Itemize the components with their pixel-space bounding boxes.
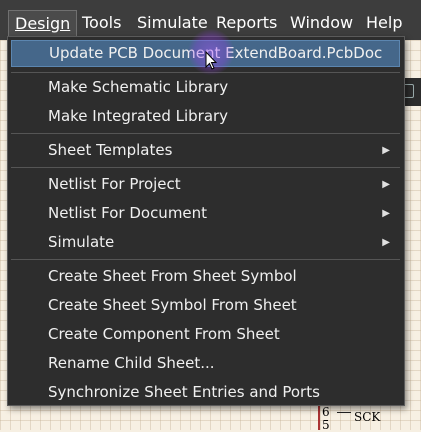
menu-simulate-label: Simulate <box>137 13 208 32</box>
menu-item-make-integrated-library[interactable]: Make Integrated Library <box>11 103 400 130</box>
menu-item-label: Netlist For Document <box>48 204 208 222</box>
menu-item-label: Make Schematic Library <box>48 78 229 96</box>
menu-item-label: Synchronize Sheet Entries and Ports <box>48 383 320 401</box>
pin-line <box>337 412 351 413</box>
menu-item-label: Create Component From Sheet <box>48 325 280 343</box>
submenu-arrow-icon: ▶ <box>382 237 390 248</box>
menu-item-simulate[interactable]: Simulate ▶ <box>11 229 400 256</box>
menu-reports-label: Reports <box>216 13 278 32</box>
menu-help[interactable]: Help <box>360 10 408 37</box>
menu-item-make-schematic-library[interactable]: Make Schematic Library <box>11 74 400 101</box>
menu-window[interactable]: Window <box>284 10 359 37</box>
menu-item-label: Netlist For Project <box>48 175 181 193</box>
menu-item-label: Simulate <box>48 233 115 251</box>
menu-item-label: Make Integrated Library <box>48 107 229 125</box>
menu-separator <box>11 259 400 260</box>
menu-window-label: Window <box>290 13 354 32</box>
menu-item-netlist-for-document[interactable]: Netlist For Document ▶ <box>11 200 400 227</box>
submenu-arrow-icon: ▶ <box>382 145 390 156</box>
menu-item-label: Rename Child Sheet... <box>48 354 215 372</box>
menu-item-rename-child-sheet[interactable]: Rename Child Sheet... <box>11 350 400 377</box>
menu-design-label: Design <box>15 14 71 33</box>
menu-item-label: Sheet Templates <box>48 141 173 159</box>
pin-number-6: 6 <box>322 405 330 419</box>
menu-tools-label: Tools <box>82 13 122 32</box>
menu-item-create-component-from-sheet[interactable]: Create Component From Sheet <box>11 321 400 348</box>
menu-help-label: Help <box>366 13 403 32</box>
menu-item-create-symbol-from-sheet[interactable]: Create Sheet Symbol From Sheet <box>11 292 400 319</box>
menu-separator <box>11 133 400 134</box>
mouse-pointer-icon <box>205 51 217 70</box>
submenu-arrow-icon: ▶ <box>382 179 390 190</box>
net-label-sck: SCK <box>354 410 381 424</box>
menu-item-netlist-for-project[interactable]: Netlist For Project ▶ <box>11 171 400 198</box>
design-menu-dropdown: Update PCB Document ExtendBoard.PcbDoc M… <box>7 36 405 406</box>
menu-item-synchronize-sheet-entries[interactable]: Synchronize Sheet Entries and Ports <box>11 379 400 406</box>
menu-item-label: Create Sheet Symbol From Sheet <box>48 296 297 314</box>
submenu-arrow-icon: ▶ <box>382 208 390 219</box>
menu-design[interactable]: Design <box>8 10 78 37</box>
menu-item-sheet-templates[interactable]: Sheet Templates ▶ <box>11 137 400 164</box>
menu-tools[interactable]: Tools <box>76 10 127 37</box>
menu-item-label: Create Sheet From Sheet Symbol <box>48 267 297 285</box>
menu-separator <box>11 167 400 168</box>
menu-item-create-sheet-from-symbol[interactable]: Create Sheet From Sheet Symbol <box>11 263 400 290</box>
